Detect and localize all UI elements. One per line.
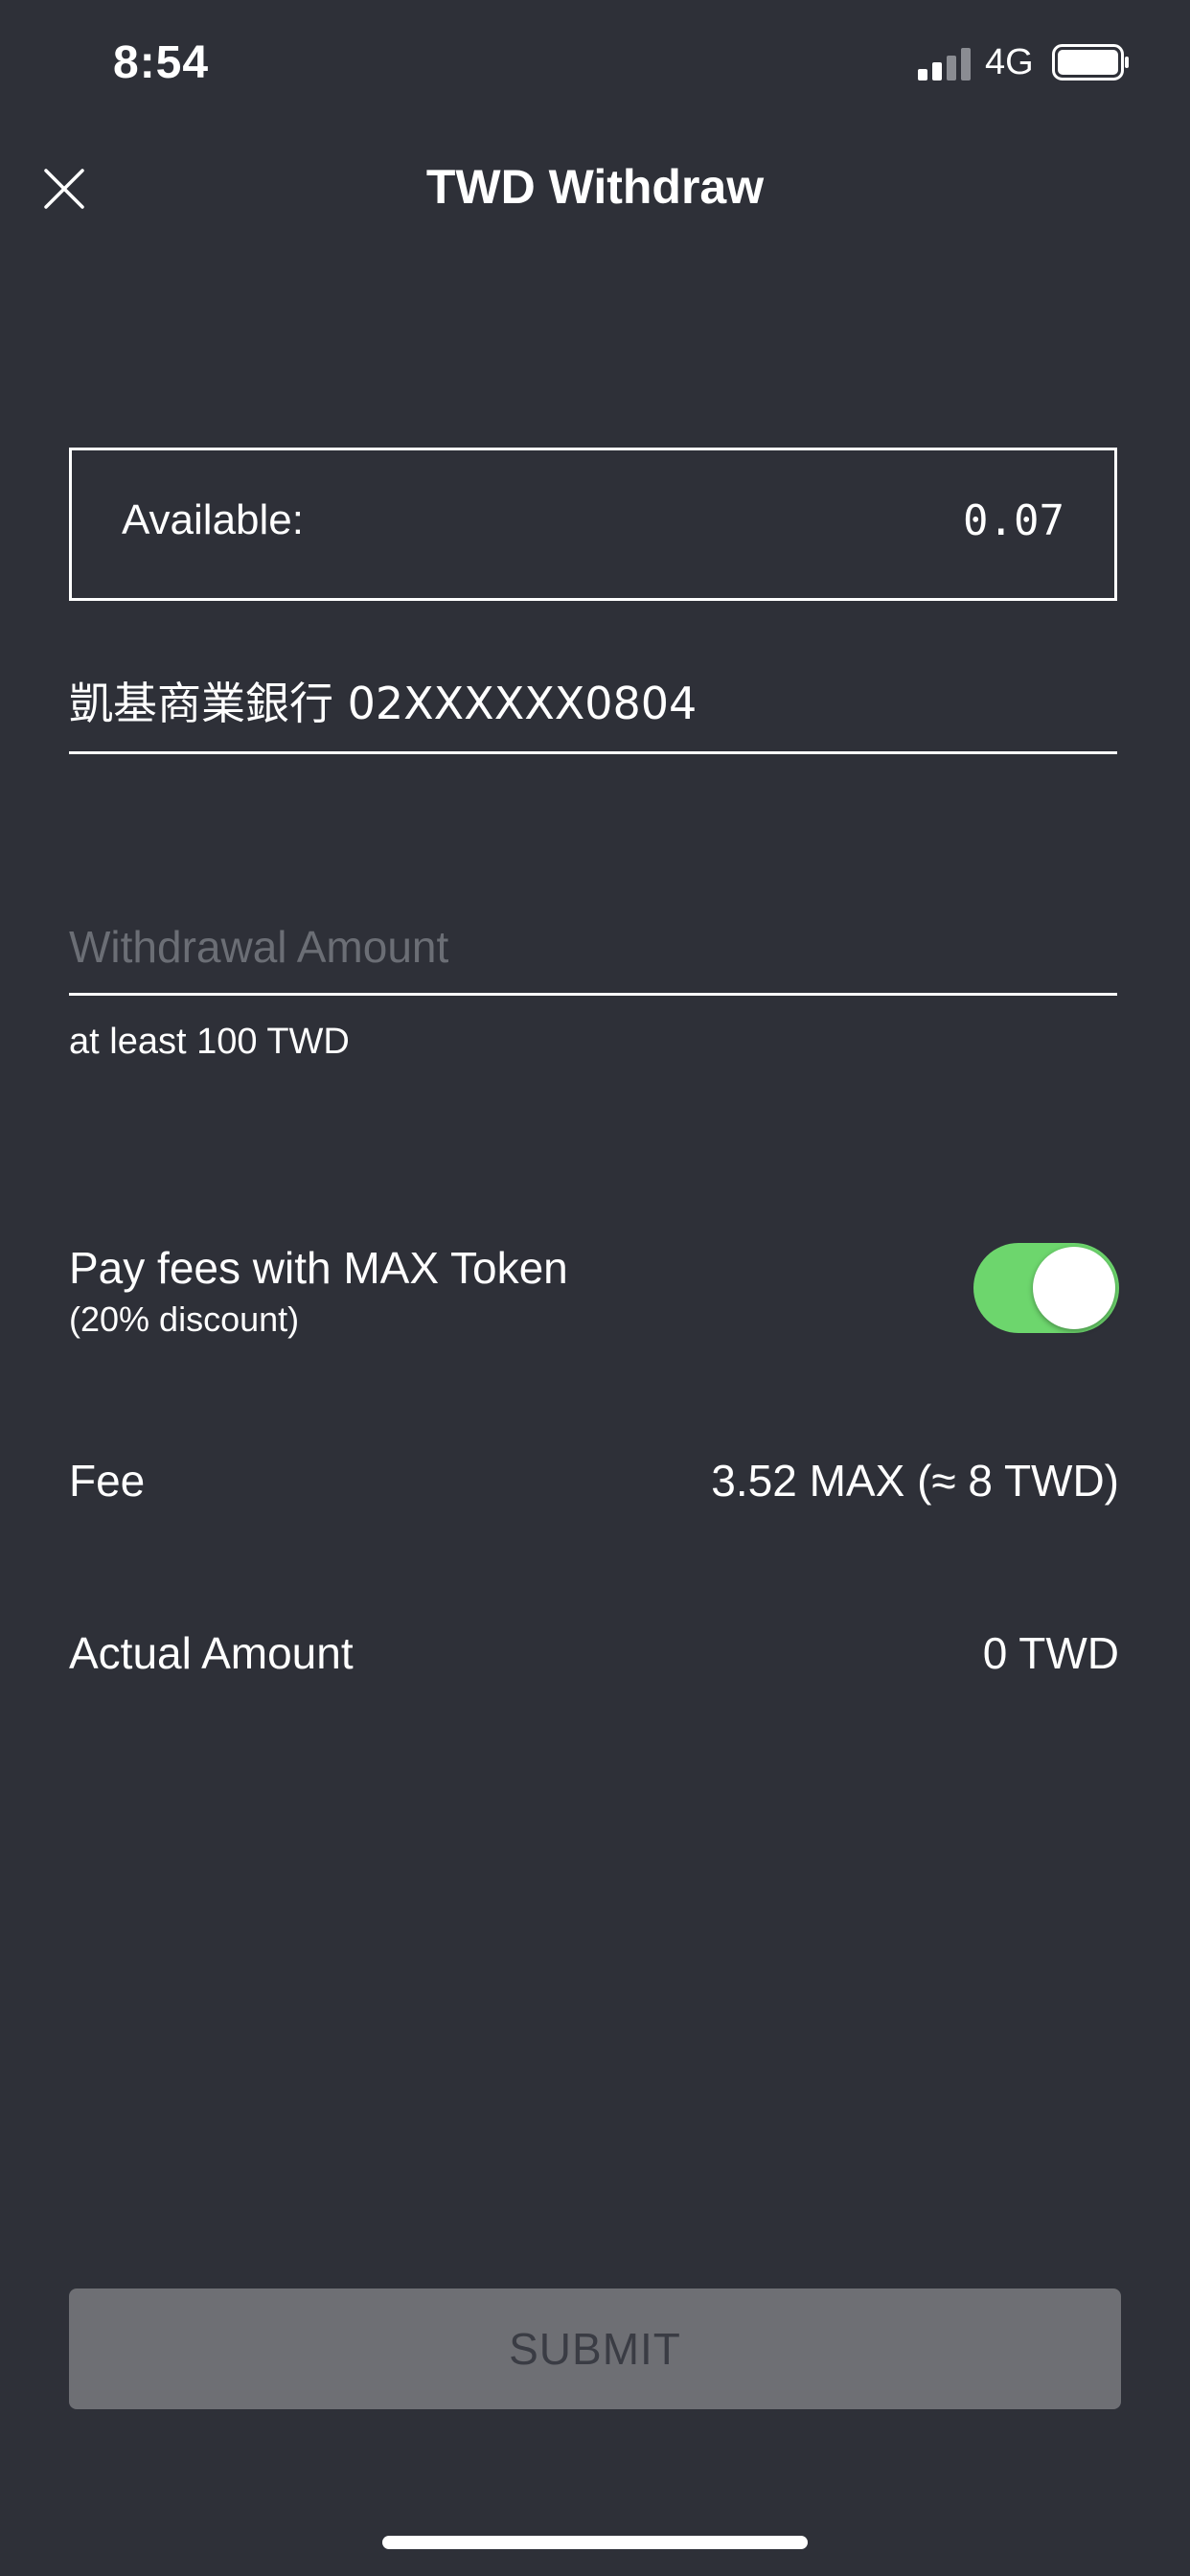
available-value: 0.07 xyxy=(963,496,1064,545)
fee-label: Fee xyxy=(69,1456,146,1506)
signal-bars-icon xyxy=(918,48,971,80)
fee-value: 3.52 MAX (≈ 8 TWD) xyxy=(711,1456,1119,1506)
available-label: Available: xyxy=(122,496,304,543)
submit-button[interactable]: SUBMIT xyxy=(69,2288,1121,2409)
network-label: 4G xyxy=(985,42,1034,82)
home-indicator[interactable] xyxy=(382,2536,808,2549)
pay-fees-label: Pay fees with MAX Token xyxy=(69,1243,568,1293)
minimum-amount-hint: at least 100 TWD xyxy=(69,1022,350,1062)
actual-amount-label: Actual Amount xyxy=(69,1628,354,1678)
bank-account-field[interactable]: 凱基商業銀行 02XXXXXX0804 xyxy=(69,661,1117,754)
close-icon[interactable] xyxy=(36,161,92,217)
available-balance-box: Available: 0.07 xyxy=(69,448,1117,601)
withdrawal-amount-field xyxy=(69,901,1117,996)
bank-account-value: 凱基商業銀行 02XXXXXX0804 xyxy=(69,678,698,729)
battery-icon xyxy=(1052,44,1129,80)
toggle-knob xyxy=(1033,1247,1115,1329)
status-time: 8:54 xyxy=(113,37,210,88)
page-title: TWD Withdraw xyxy=(425,160,765,214)
pay-fees-toggle[interactable] xyxy=(973,1243,1119,1333)
pay-fees-discount-label: (20% discount) xyxy=(69,1300,300,1339)
actual-amount-value: 0 TWD xyxy=(982,1628,1119,1678)
withdrawal-amount-input[interactable] xyxy=(69,901,1117,993)
